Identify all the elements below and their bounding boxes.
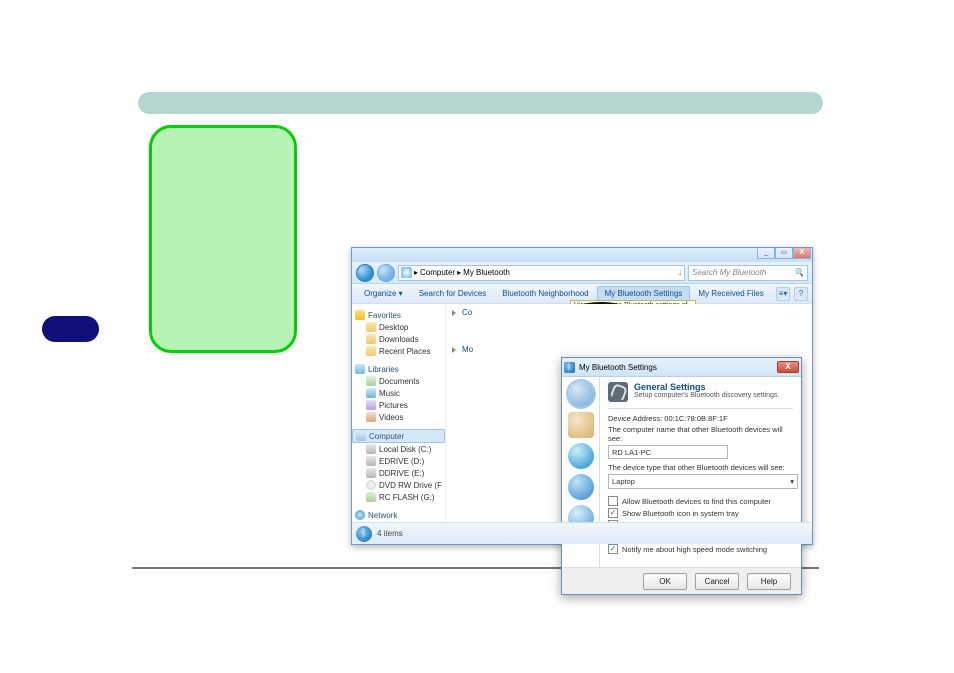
nav-edrive[interactable]: EDRIVE (D:) — [352, 455, 445, 467]
explorer-content: Co Mo ᛒ My Bluetooth Settings X — [446, 304, 812, 522]
forward-button[interactable] — [377, 264, 395, 282]
network-icon — [355, 510, 365, 520]
star-icon — [355, 310, 365, 320]
explorer-window: _ ▭ X ▸ Computer ▸ My Bluetooth ↓ Search… — [351, 247, 813, 545]
dvd-icon — [366, 480, 376, 490]
allow-find-checkbox[interactable] — [608, 496, 618, 506]
nav-downloads[interactable]: Downloads — [352, 333, 445, 345]
pictures-icon — [366, 400, 376, 410]
bluetooth-status-icon: ᛒ — [356, 526, 372, 542]
content-group-2: Mo — [452, 345, 806, 354]
note-box — [149, 125, 297, 353]
device-address-value: 00:1C:78:0B:8F:1F — [664, 414, 727, 423]
dialog-footer: OK Cancel Help — [562, 567, 801, 594]
bluetooth-icon — [401, 267, 412, 278]
computer-group[interactable]: Computer — [352, 429, 445, 443]
maximize-button[interactable]: ▭ — [775, 248, 793, 259]
network-group[interactable]: Network — [352, 509, 445, 521]
breadcrumb[interactable]: ▸ Computer ▸ My Bluetooth ↓ — [398, 265, 685, 281]
notify-highspeed-label: Notify me about high speed mode switchin… — [622, 545, 767, 554]
nav-recent[interactable]: Recent Places — [352, 345, 445, 357]
bluetooth-neighborhood[interactable]: Bluetooth Neighborhood — [494, 286, 596, 301]
libraries-group[interactable]: Libraries — [352, 363, 445, 375]
device-type-select[interactable]: Laptop ▾ — [608, 474, 798, 489]
device-address-label: Device Address: — [608, 414, 662, 423]
minimize-button[interactable]: _ — [757, 248, 775, 259]
folder-icon — [366, 346, 376, 356]
my-received-files[interactable]: My Received Files — [690, 286, 771, 301]
explorer-navbar: ▸ Computer ▸ My Bluetooth ↓ Search My Bl… — [352, 262, 812, 284]
computer-name-field[interactable]: RD LA1-PC — [608, 445, 728, 459]
crumb-mybluetooth[interactable]: My Bluetooth — [463, 268, 510, 277]
crumb-sep: ▸ — [457, 268, 461, 277]
collapse-icon[interactable] — [452, 310, 459, 316]
disk-icon — [366, 444, 376, 454]
dialog-close-button[interactable]: X — [777, 361, 799, 373]
organize-menu[interactable]: Organize ▾ — [356, 286, 411, 301]
show-icon-label: Show Bluetooth icon in system tray — [622, 509, 739, 518]
cancel-button[interactable]: Cancel — [695, 573, 739, 590]
general-settings-icon[interactable] — [568, 381, 594, 407]
explorer-titlebar[interactable]: _ ▭ X — [352, 248, 812, 262]
crumb-dropdown[interactable]: ↓ — [678, 268, 682, 277]
bluetooth-settings-dialog: ᛒ My Bluetooth Settings X — [561, 357, 802, 595]
dialog-title: My Bluetooth Settings — [579, 363, 657, 372]
my-bluetooth-settings-tab[interactable]: My Bluetooth Settings — [597, 286, 691, 301]
chevron-down-icon: ▾ — [790, 477, 794, 486]
nav-ddrive[interactable]: DDRIVE (E:) — [352, 467, 445, 479]
sharing-category-icon[interactable] — [568, 443, 594, 469]
dialog-titlebar[interactable]: ᛒ My Bluetooth Settings X — [562, 358, 801, 377]
computer-icon — [356, 431, 366, 441]
folder-icon — [366, 334, 376, 344]
wrench-icon — [608, 382, 628, 402]
disk-icon — [366, 456, 376, 466]
music-icon — [366, 388, 376, 398]
decorative-blue-pill — [42, 316, 99, 342]
close-button[interactable]: X — [793, 248, 811, 259]
dialog-subheading: Setup computer's Bluetooth discovery set… — [634, 392, 779, 399]
nav-dvdrw[interactable]: DVD RW Drive (F — [352, 479, 445, 491]
sync-category-icon[interactable] — [568, 474, 594, 500]
item-count: 4 items — [377, 529, 403, 538]
decorative-teal-bar — [138, 92, 823, 114]
view-options-icon[interactable]: ≡▾ — [776, 287, 790, 301]
show-icon-checkbox[interactable] — [608, 508, 618, 518]
nav-documents[interactable]: Documents — [352, 375, 445, 387]
bluetooth-icon: ᛒ — [564, 362, 575, 373]
documents-icon — [366, 376, 376, 386]
ok-button[interactable]: OK — [643, 573, 687, 590]
videos-icon — [366, 412, 376, 422]
libraries-icon — [355, 364, 365, 374]
back-button[interactable] — [356, 264, 374, 282]
help-button[interactable]: Help — [747, 573, 791, 590]
usb-icon — [366, 492, 376, 502]
folder-icon — [366, 322, 376, 332]
crumb-computer[interactable]: Computer — [420, 268, 455, 277]
notify-highspeed-checkbox[interactable] — [608, 544, 618, 554]
search-input[interactable]: Search My Bluetooth 🔍 — [688, 265, 808, 281]
device-type-label: The device type that other Bluetooth dev… — [608, 463, 793, 472]
help-icon[interactable]: ? — [794, 287, 808, 301]
nav-music[interactable]: Music — [352, 387, 445, 399]
nav-pictures[interactable]: Pictures — [352, 399, 445, 411]
favorites-group[interactable]: Favorites — [352, 309, 445, 321]
device-type-value: Laptop — [612, 477, 635, 486]
crumb-sep: ▸ — [414, 268, 418, 277]
nav-desktop[interactable]: Desktop — [352, 321, 445, 333]
devices-category-icon[interactable] — [568, 412, 594, 438]
search-placeholder: Search My Bluetooth — [692, 268, 766, 277]
allow-find-label: Allow Bluetooth devices to find this com… — [622, 497, 771, 506]
search-icon[interactable]: 🔍 — [794, 268, 804, 277]
explorer-nav-pane: Favorites Desktop Downloads Recent Place… — [352, 304, 446, 522]
nav-localdisk[interactable]: Local Disk (C:) — [352, 443, 445, 455]
explorer-statusbar: ᛒ 4 items — [352, 522, 812, 544]
search-for-devices[interactable]: Search for Devices — [411, 286, 495, 301]
nav-rcflash[interactable]: RC FLASH (G:) — [352, 491, 445, 503]
computer-name-label: The computer name that other Bluetooth d… — [608, 425, 793, 443]
content-group-1: Co — [452, 308, 806, 317]
nav-videos[interactable]: Videos — [352, 411, 445, 423]
collapse-icon[interactable] — [452, 347, 459, 353]
disk-icon — [366, 468, 376, 478]
dialog-heading: General Settings — [634, 382, 706, 392]
